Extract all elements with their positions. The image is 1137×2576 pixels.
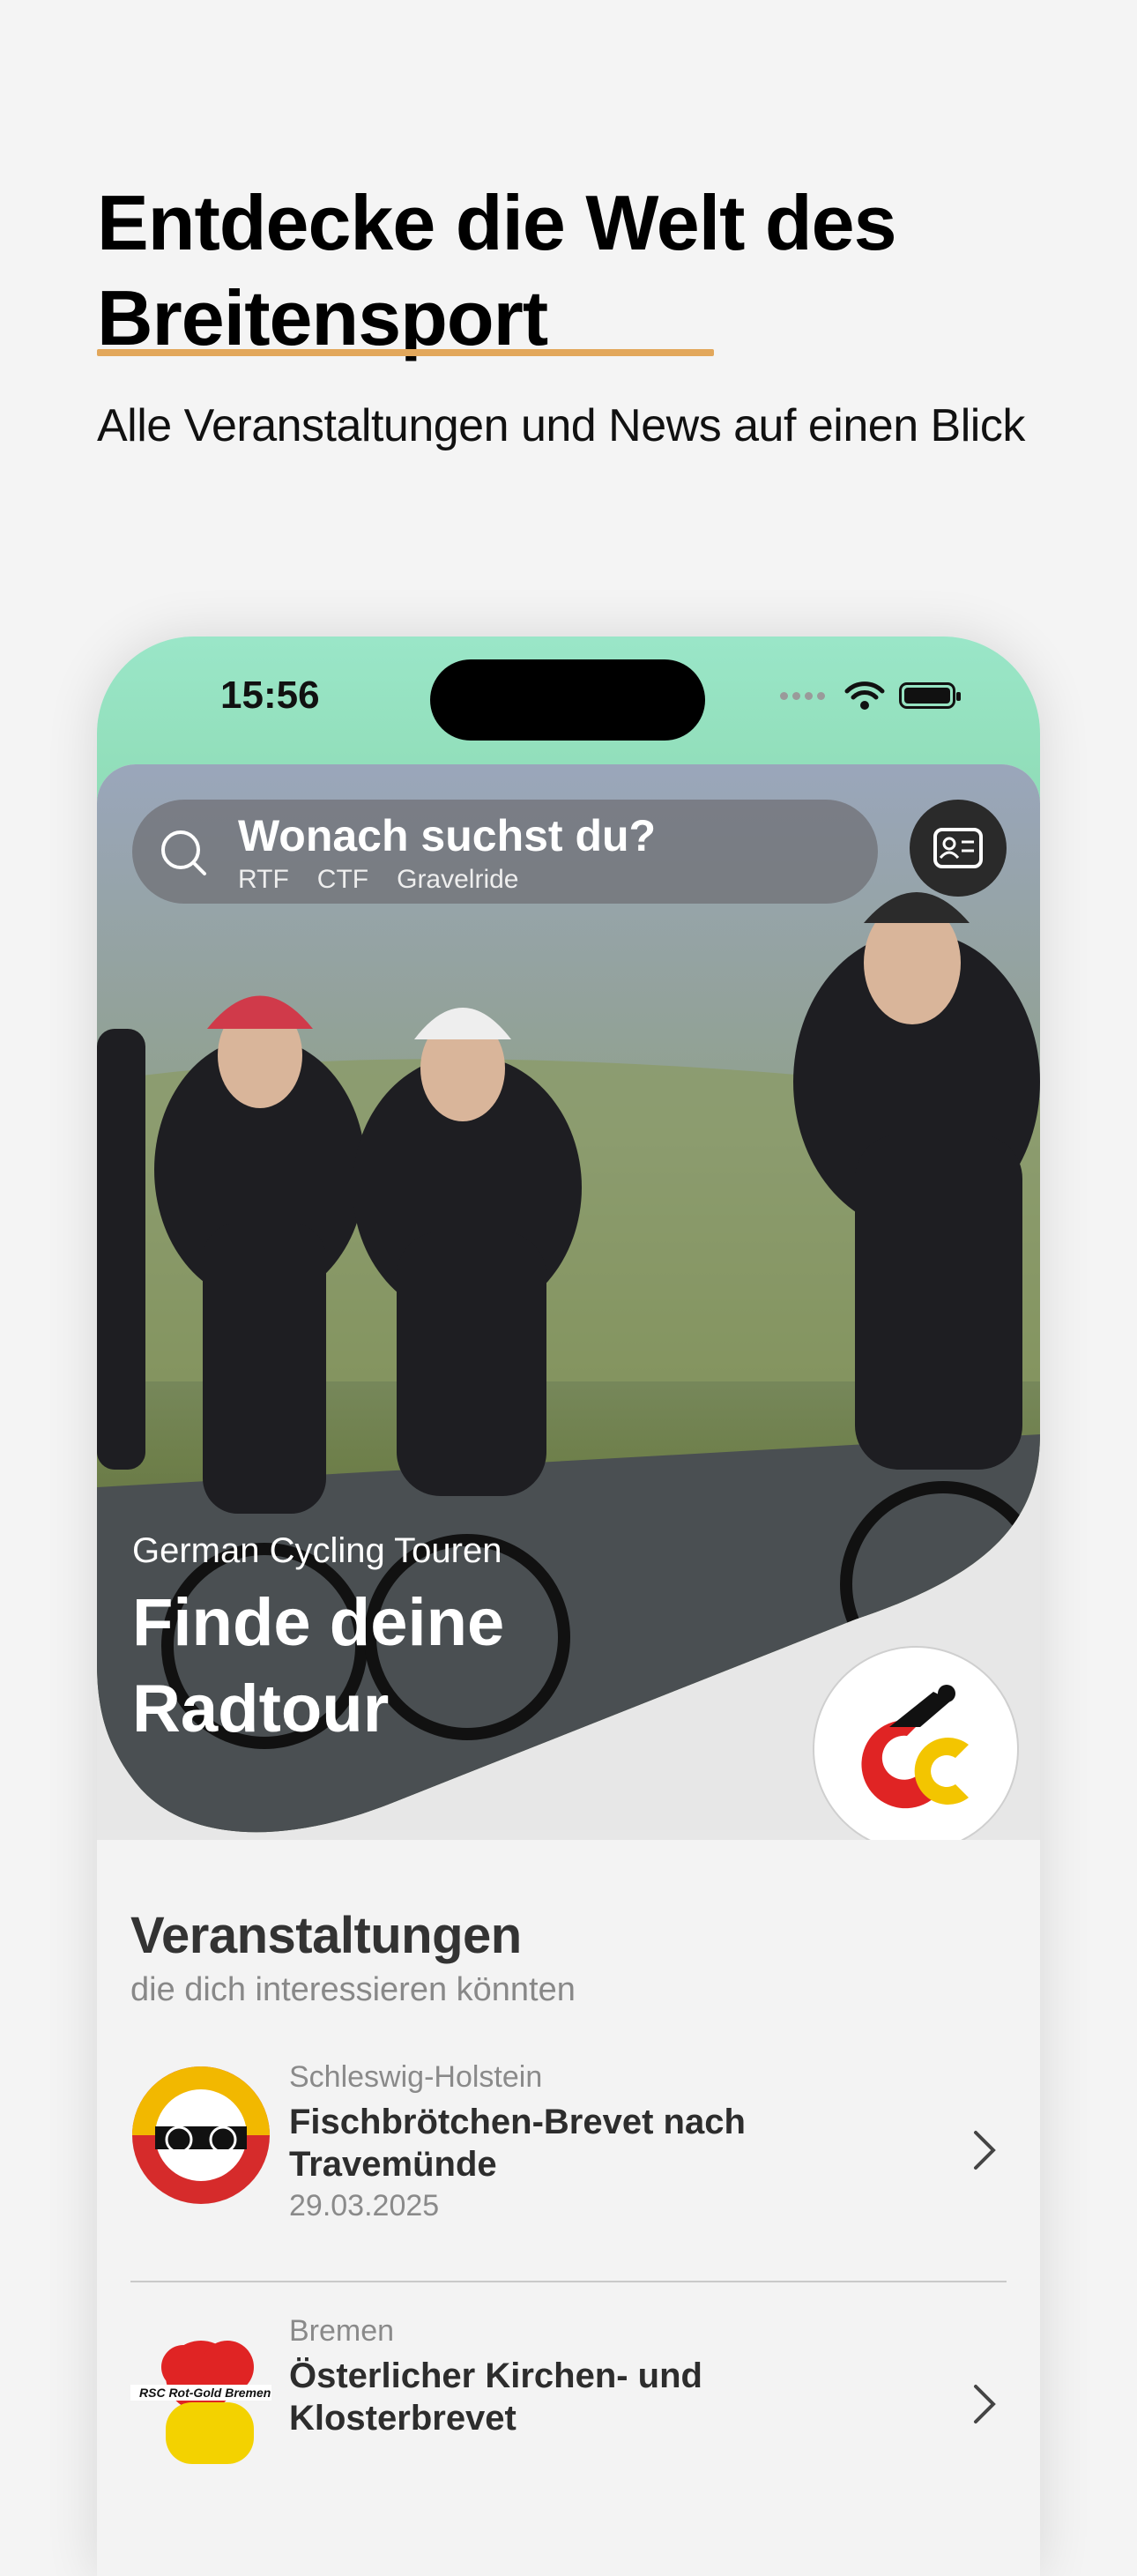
dynamic-island	[430, 659, 705, 741]
status-time: 15:56	[220, 674, 320, 717]
page-subtitle: Alle Veranstaltungen und News auf einen …	[97, 400, 1025, 451]
status-icons	[780, 681, 961, 711]
hero-banner[interactable]: Wonach suchst du? RTF CTF Gravelride Ger…	[97, 764, 1040, 1840]
club-logo	[132, 2066, 270, 2204]
event-list-item[interactable]: Schleswig-Holstein Fischbrötchen-Brevet …	[130, 2060, 1007, 2228]
event-name: Fischbrötchen-Brevet nach Travemünde	[289, 2103, 746, 2184]
search-tag[interactable]: CTF	[317, 865, 368, 895]
battery-icon	[899, 682, 961, 709]
search-icon	[161, 830, 206, 875]
search-tag[interactable]: Gravelride	[397, 865, 518, 895]
events-section-title: Veranstaltungen	[130, 1907, 522, 1964]
phone-mockup: 15:56 Wonach suchst du? RTF CTF Gravelri…	[97, 637, 1040, 2576]
search-bar[interactable]: Wonach suchst du? RTF CTF Gravelride	[132, 800, 878, 904]
chevron-right-icon	[974, 2131, 996, 2170]
id-card-icon	[933, 828, 983, 868]
events-section-subtitle: die dich interessieren könnten	[130, 1971, 576, 2008]
search-tag[interactable]: RTF	[238, 865, 289, 895]
search-placeholder: Wonach suchst du?	[238, 811, 657, 860]
event-region: Bremen	[289, 2314, 395, 2348]
signal-icon	[780, 691, 825, 700]
club-logo: RSC Rot-Gold Bremen	[130, 2341, 271, 2464]
chevron-right-icon	[974, 2385, 996, 2423]
search-tag-list: RTF CTF Gravelride	[238, 865, 519, 895]
hero-kicker: German Cycling Touren	[132, 1531, 502, 1570]
id-card-button[interactable]	[910, 800, 1007, 897]
hero-title: Finde deine Radtour	[132, 1585, 505, 1746]
page-headline: Entdecke die Welt des Breitensport	[97, 178, 897, 361]
accent-divider	[97, 349, 714, 356]
event-list-item[interactable]: RSC Rot-Gold Bremen Bremen Österlicher K…	[130, 2314, 1007, 2482]
wifi-icon	[844, 681, 885, 710]
list-divider	[130, 2281, 1007, 2282]
event-name: Österlicher Kirchen- und Klosterbrevet	[289, 2356, 702, 2438]
svg-text:RSC Rot-Gold Bremen: RSC Rot-Gold Bremen	[139, 2386, 271, 2400]
event-date: 29.03.2025	[289, 2189, 440, 2222]
event-region: Schleswig-Holstein	[289, 2060, 543, 2094]
gct-logo	[813, 1646, 1019, 1840]
